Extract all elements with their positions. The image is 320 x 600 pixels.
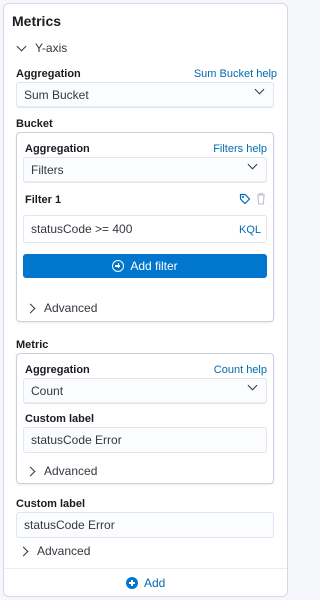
aggregation-value: Sum Bucket xyxy=(24,88,89,102)
bucket-aggregation-value: Filters xyxy=(31,163,64,177)
metric-advanced-label: Advanced xyxy=(44,464,98,478)
aggregation-label: Aggregation xyxy=(16,68,81,80)
bucket-aggregation-label: Aggregation xyxy=(25,143,90,155)
yaxis-toggle[interactable]: Y-axis xyxy=(16,41,68,55)
bucket-label: Bucket xyxy=(16,118,53,130)
filter-label: Filter 1 xyxy=(25,194,62,206)
plus-circle-icon xyxy=(126,577,138,589)
metric-label: Metric xyxy=(16,339,49,351)
add-label: Add xyxy=(144,576,166,590)
yaxis-label: Y-axis xyxy=(35,41,68,55)
metric-custom-label-label: Custom label xyxy=(25,413,95,425)
metric-custom-label-value: statusCode Error xyxy=(31,433,122,447)
chevron-right-icon xyxy=(25,466,36,476)
filter-query-input[interactable]: statusCode >= 400 xyxy=(23,215,267,243)
kql-toggle[interactable]: KQL xyxy=(239,224,261,236)
metric-advanced-toggle[interactable]: Advanced xyxy=(25,464,98,478)
panel-title: Metrics xyxy=(12,13,62,29)
filters-help-link[interactable]: Filters help xyxy=(213,143,267,155)
add-filter-button[interactable]: Add filter xyxy=(23,254,267,278)
footer-divider xyxy=(4,568,287,569)
tag-icon[interactable] xyxy=(239,193,251,205)
bucket-section: Aggregation Filters help Filters Filter … xyxy=(16,132,274,322)
metric-aggregation-value: Count xyxy=(31,384,64,398)
chevron-down-icon xyxy=(16,41,27,51)
chevron-down-icon xyxy=(254,84,265,95)
custom-label-input[interactable]: statusCode Error xyxy=(16,512,274,538)
advanced-toggle[interactable]: Advanced xyxy=(18,544,91,558)
add-filter-label: Add filter xyxy=(130,259,178,273)
metric-section: Aggregation Count help Count Custom labe… xyxy=(16,353,274,484)
trash-icon[interactable] xyxy=(255,192,267,205)
custom-label-value: statusCode Error xyxy=(24,518,115,532)
advanced-label: Advanced xyxy=(37,544,91,558)
chevron-down-icon xyxy=(247,159,258,170)
filter-query-value: statusCode >= 400 xyxy=(31,222,133,236)
metric-custom-label-input[interactable]: statusCode Error xyxy=(23,427,267,453)
aggregation-select[interactable]: Sum Bucket xyxy=(16,82,274,108)
chevron-right-icon xyxy=(18,546,29,556)
bucket-aggregation-select[interactable]: Filters xyxy=(23,157,267,183)
metric-aggregation-label: Aggregation xyxy=(25,364,90,376)
metric-aggregation-select[interactable]: Count xyxy=(23,378,267,404)
chevron-right-icon xyxy=(25,303,36,313)
count-help-link[interactable]: Count help xyxy=(214,364,267,376)
add-metric-button[interactable]: Add xyxy=(126,576,165,590)
metrics-panel: Metrics Y-axis Aggregation Sum Bucket he… xyxy=(3,3,288,597)
chevron-down-icon xyxy=(247,380,258,391)
bucket-advanced-toggle[interactable]: Advanced xyxy=(25,301,98,315)
plus-circle-icon xyxy=(112,260,125,272)
bucket-advanced-label: Advanced xyxy=(44,301,98,315)
sum-bucket-help-link[interactable]: Sum Bucket help xyxy=(194,68,277,80)
custom-label-label: Custom label xyxy=(16,498,86,510)
